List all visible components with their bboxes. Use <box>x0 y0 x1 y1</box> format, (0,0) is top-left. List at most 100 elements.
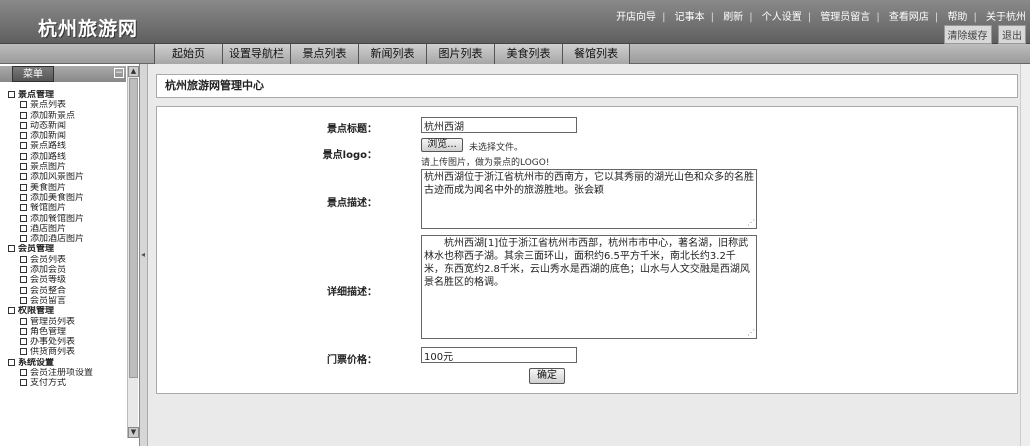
tab-scenic-list[interactable]: 景点列表 <box>290 44 358 64</box>
sidebar-item[interactable]: 会员留言 <box>8 296 126 306</box>
main-content: 杭州旅游网管理中心 景点标题： 景点logo： 浏览... 未选择文件。 请上传… <box>148 64 1030 446</box>
sidebar-item-label: 会员整合 <box>30 285 67 296</box>
sidebar-section[interactable]: 权限管理 <box>8 306 126 316</box>
item-box-icon <box>20 224 27 232</box>
item-box-icon <box>20 235 27 243</box>
item-box-icon <box>20 317 27 325</box>
tab-start-page[interactable]: 起始页 <box>154 44 222 64</box>
sidebar-menu: 景点管理 景点列表 添加新景点 动态新闻 添加新闻 景点路线 添加路线 景点图片 添加风景图片美… <box>8 90 126 389</box>
item-box-icon <box>20 132 27 140</box>
sidebar-item[interactable]: 管理员列表 <box>8 317 126 327</box>
item-box-icon <box>20 204 27 212</box>
item-box-icon <box>20 183 27 191</box>
top-link-notepad[interactable]: 记事本 <box>675 12 705 23</box>
sidebar-item[interactable]: 添加餐馆图片 <box>8 214 126 224</box>
logout-button[interactable]: 退出 <box>998 25 1026 44</box>
detail-textarea[interactable]: 杭州西湖[1]位于浙江省杭州市西部，杭州市市中心，著名湖，旧称武林水也称西子湖。… <box>421 235 757 339</box>
sidebar-item[interactable]: 餐馆图片 <box>8 203 126 213</box>
sidebar-item[interactable]: 添加风景图片 <box>8 172 126 182</box>
sidebar-item[interactable]: 角色管理 <box>8 327 126 337</box>
sidebar-item-label: 权限管理 <box>18 306 55 317</box>
sidebar-item[interactable]: 酒店图片 <box>8 224 126 234</box>
sidebar-item[interactable]: 添加会员 <box>8 265 126 275</box>
sidebar-item[interactable]: 添加新景点 <box>8 111 126 121</box>
item-box-icon <box>20 327 27 335</box>
top-link-personal-settings[interactable]: 个人设置 <box>762 12 802 23</box>
sidebar-section[interactable]: 会员管理 <box>8 244 126 254</box>
collapse-arrow-icon[interactable]: ◂ <box>141 250 145 259</box>
browse-button[interactable]: 浏览... <box>421 138 463 152</box>
sidebar-item[interactable]: 添加美食图片 <box>8 193 126 203</box>
sidebar-item-label: 会员等级 <box>30 275 67 286</box>
sidebar-item-label: 角色管理 <box>30 326 67 337</box>
resize-grip-icon[interactable]: ⋰ <box>747 218 755 227</box>
item-box-icon <box>20 255 27 263</box>
sidebar-item-label: 餐馆图片 <box>30 203 67 214</box>
minus-icon[interactable]: − <box>114 68 124 78</box>
tab-nav-settings[interactable]: 设置导航栏 <box>222 44 290 64</box>
top-link-refresh[interactable]: 刷新 <box>723 12 743 23</box>
sidebar-item[interactable]: 添加路线 <box>8 152 126 162</box>
site-title: 杭州旅游网 <box>38 18 139 40</box>
price-input[interactable] <box>421 347 577 363</box>
title-label: 景点标题： <box>327 124 377 135</box>
sidebar-item[interactable]: 供货商列表 <box>8 347 126 357</box>
sidebar-section[interactable]: 景点管理 <box>8 90 126 100</box>
sidebar-item[interactable]: 会员等级 <box>8 275 126 285</box>
sidebar-item[interactable]: 会员注册项设置 <box>8 368 126 378</box>
tab-news-list[interactable]: 新闻列表 <box>358 44 426 64</box>
desc-textarea[interactable]: 杭州西湖位于浙江省杭州市的西南方，它以其秀丽的湖光山色和众多的名胜古迹而成为闻名… <box>421 169 757 229</box>
sidebar-item-label: 添加风景图片 <box>30 172 85 183</box>
sidebar-item-label: 添加新景点 <box>30 110 76 121</box>
menu-tab[interactable]: 菜单 <box>12 66 54 82</box>
scrollbar-thumb[interactable] <box>129 78 138 378</box>
sidebar-item-label: 景点路线 <box>30 141 67 152</box>
sidebar-item[interactable]: 景点路线 <box>8 141 126 151</box>
sidebar-item-label: 景点图片 <box>30 162 67 173</box>
sidebar-item[interactable]: 景点图片 <box>8 162 126 172</box>
sidebar-item[interactable]: 添加酒店图片 <box>8 234 126 244</box>
sidebar-item-label: 添加路线 <box>30 151 67 162</box>
collapse-box-icon <box>8 245 15 253</box>
scroll-up-icon[interactable]: ▲ <box>128 66 139 77</box>
sidebar-scrollbar[interactable]: ▲ ▼ <box>127 66 139 438</box>
collapse-box-icon <box>8 91 15 98</box>
sidebar-item-label: 美食图片 <box>30 182 67 193</box>
item-box-icon <box>20 379 27 387</box>
top-link-help[interactable]: 帮助 <box>947 12 967 23</box>
top-link-view-store[interactable]: 查看网店 <box>889 12 929 23</box>
sidebar-item-label: 添加新闻 <box>30 131 67 142</box>
item-box-icon <box>20 121 27 129</box>
item-box-icon <box>20 286 27 294</box>
detail-label: 详细描述： <box>327 287 377 298</box>
sidebar-splitter[interactable]: ◂ <box>140 64 148 446</box>
tab-restaurant-list[interactable]: 餐馆列表 <box>562 44 630 64</box>
top-link-guide[interactable]: 开店向导 <box>616 12 656 23</box>
sidebar-section[interactable]: 系统设置 <box>8 358 126 368</box>
scroll-down-icon[interactable]: ▼ <box>128 427 139 438</box>
sidebar-item-label: 系统设置 <box>18 357 55 368</box>
clear-cache-button[interactable]: 清除缓存 <box>943 25 992 44</box>
collapse-box-icon <box>8 358 15 366</box>
sidebar-item-label: 供货商列表 <box>30 347 76 358</box>
sidebar-item[interactable]: 动态新闻 <box>8 121 126 131</box>
collapse-box-icon <box>8 307 15 315</box>
item-box-icon <box>20 276 27 284</box>
submit-button[interactable]: 确定 <box>529 368 565 384</box>
sidebar-item[interactable]: 景点列表 <box>8 100 126 110</box>
top-link-admin-message[interactable]: 管理员留言 <box>820 12 870 23</box>
sidebar-item[interactable]: 添加新闻 <box>8 131 126 141</box>
resize-grip-icon-2[interactable]: ⋰ <box>747 328 755 337</box>
title-input[interactable] <box>421 117 577 133</box>
top-link-about[interactable]: 关于杭州 <box>986 12 1026 23</box>
tab-food-list[interactable]: 美食列表 <box>494 44 562 64</box>
sidebar-item[interactable]: 会员整合 <box>8 286 126 296</box>
sidebar-item-label: 支付方式 <box>30 378 67 389</box>
sidebar-item[interactable]: 会员列表 <box>8 255 126 265</box>
tab-image-list[interactable]: 图片列表 <box>426 44 494 64</box>
sidebar-item[interactable]: 美食图片 <box>8 183 126 193</box>
item-box-icon <box>20 163 27 171</box>
main-scrollbar[interactable] <box>1020 64 1030 446</box>
sidebar-item[interactable]: 支付方式 <box>8 378 126 388</box>
sidebar-item[interactable]: 办事处列表 <box>8 337 126 347</box>
